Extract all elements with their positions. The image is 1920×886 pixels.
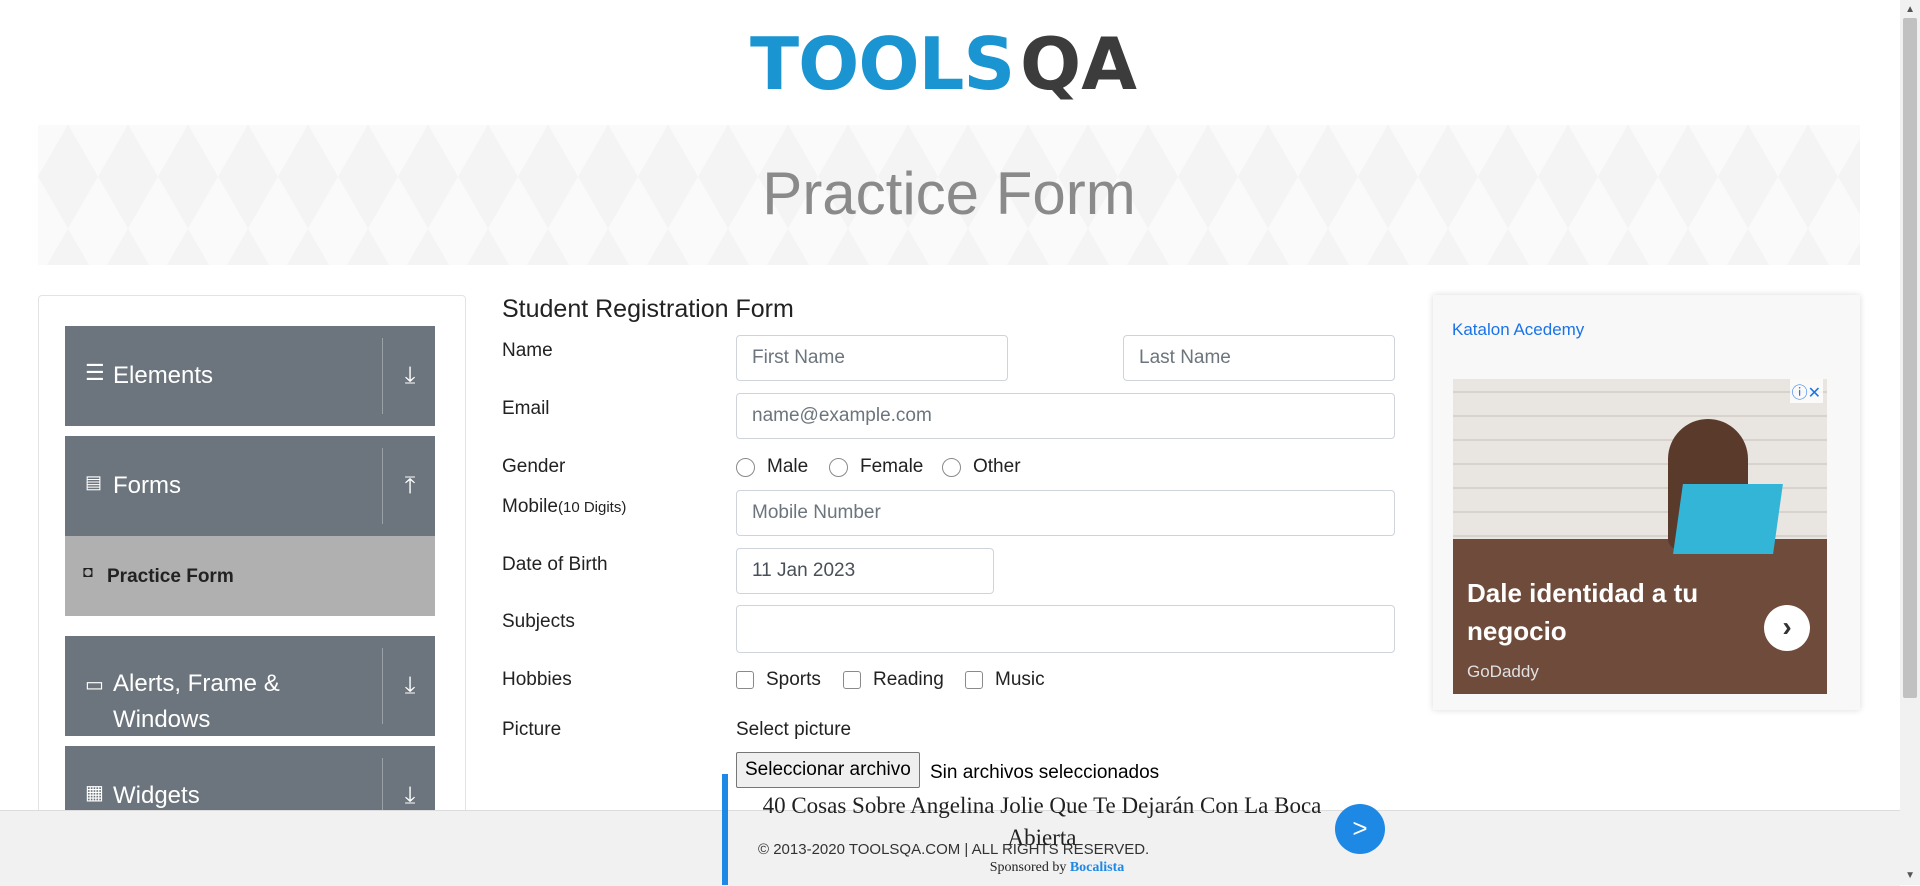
picture-label: Picture bbox=[502, 719, 562, 740]
katalon-ad-link[interactable]: Katalon Acedemy bbox=[1452, 320, 1584, 340]
scroll-thumb[interactable] bbox=[1903, 18, 1917, 698]
hobby-checkbox-reading[interactable]: Reading bbox=[843, 669, 944, 691]
checkbox-label: Music bbox=[995, 669, 1045, 690]
html5-icon: ◘ bbox=[83, 564, 93, 581]
logo-word: TOOLS bbox=[750, 22, 1015, 106]
subjects-label: Subjects bbox=[502, 611, 575, 632]
toolsqa-logo[interactable]: TOOLS QA bbox=[750, 18, 1160, 114]
name-label: Name bbox=[502, 340, 553, 361]
select-picture-label: Select picture bbox=[736, 719, 852, 740]
divider bbox=[382, 648, 383, 724]
hamburger-icon: ☰ bbox=[85, 360, 105, 385]
sidebar-group-label: Forms bbox=[113, 472, 181, 499]
radio-button[interactable] bbox=[942, 457, 961, 477]
sidebar-item-practice-form[interactable]: ◘ Practice Form bbox=[65, 536, 435, 616]
sponsored-by-text: Sponsored by bbox=[989, 860, 1067, 875]
last-name-input[interactable] bbox=[1123, 335, 1395, 381]
first-name-input[interactable] bbox=[736, 335, 1008, 381]
gender-radio-male[interactable]: Male bbox=[736, 456, 808, 478]
sidebar-group-label: Elements bbox=[113, 362, 214, 389]
sidebar-group-label: Alerts, Frame & Windows bbox=[113, 670, 280, 733]
mobile-label-text: Mobile bbox=[502, 496, 558, 517]
document-icon: ▤ bbox=[85, 472, 103, 492]
sponsor-line: Sponsored by Bocalista bbox=[722, 860, 1392, 876]
gender-label: Gender bbox=[502, 456, 566, 477]
chevron-right-icon[interactable]: › bbox=[1764, 605, 1810, 651]
sidebar-group-forms[interactable]: ▤ Forms ⤒ bbox=[65, 436, 435, 536]
divider bbox=[382, 338, 383, 414]
subjects-input[interactable] bbox=[736, 605, 1395, 653]
checkbox[interactable] bbox=[965, 671, 983, 689]
mobile-label: Mobile(10 Digits) bbox=[502, 496, 626, 518]
radio-button[interactable] bbox=[829, 457, 848, 477]
gender-radio-other[interactable]: Other bbox=[942, 456, 1021, 478]
floating-ad-title[interactable]: 40 Cosas Sobre Angelina Jolie Que Te Dej… bbox=[752, 790, 1332, 854]
hobbies-label: Hobbies bbox=[502, 669, 572, 690]
radio-label: Female bbox=[860, 456, 924, 477]
dob-input[interactable] bbox=[736, 548, 994, 594]
download-arrow-icon: ⤓ bbox=[404, 672, 416, 699]
scrollbar[interactable]: ▲ ▼ bbox=[1900, 0, 1920, 885]
checkbox-label: Reading bbox=[873, 669, 944, 690]
ad-panel: Katalon Acedemy ⓘ✕ Dale identidad a tu n… bbox=[1433, 295, 1860, 710]
checkbox-label: Sports bbox=[766, 669, 821, 690]
dob-label: Date of Birth bbox=[502, 554, 608, 575]
page-title: Practice Form bbox=[762, 160, 1136, 227]
sidebar-group-label: Widgets bbox=[113, 782, 200, 809]
mobile-input[interactable] bbox=[736, 490, 1395, 536]
page-banner: Practice Form bbox=[38, 125, 1860, 265]
godaddy-ad[interactable]: ⓘ✕ Dale identidad a tu negocio GoDaddy › bbox=[1453, 379, 1827, 694]
floating-ad[interactable]: 40 Cosas Sobre Angelina Jolie Que Te Dej… bbox=[722, 774, 1392, 885]
logo-qa: QA bbox=[1020, 22, 1137, 106]
window-icon: ▭ bbox=[85, 674, 104, 696]
scroll-up-icon[interactable]: ▲ bbox=[1905, 4, 1915, 15]
divider bbox=[382, 448, 383, 524]
checkbox[interactable] bbox=[736, 671, 754, 689]
download-arrow-icon: ⤓ bbox=[404, 362, 416, 389]
email-label: Email bbox=[502, 398, 550, 419]
gender-radio-female[interactable]: Female bbox=[829, 456, 923, 478]
download-arrow-icon: ⤓ bbox=[404, 782, 416, 809]
upload-arrow-icon: ⤒ bbox=[404, 472, 416, 499]
radio-label: Other bbox=[973, 456, 1021, 477]
scroll-down-icon[interactable]: ▼ bbox=[1905, 870, 1915, 881]
ad-headline: Dale identidad a tu negocio bbox=[1467, 578, 1699, 646]
go-arrow-button[interactable]: > bbox=[1335, 804, 1385, 854]
ad-brand: GoDaddy bbox=[1467, 662, 1539, 681]
mobile-hint: (10 Digits) bbox=[557, 499, 627, 516]
email-input[interactable] bbox=[736, 393, 1395, 439]
sidebar-group-alerts[interactable]: ▭ Alerts, Frame & Windows ⤓ bbox=[65, 636, 435, 736]
hobby-checkbox-sports[interactable]: Sports bbox=[736, 669, 821, 691]
sponsor-name[interactable]: Bocalista bbox=[1070, 860, 1124, 875]
sidebar-group-elements[interactable]: ☰ Elements ⤓ bbox=[65, 326, 435, 426]
sidebar-item-label: Practice Form bbox=[107, 566, 234, 587]
ad-laptop bbox=[1673, 484, 1783, 554]
radio-label: Male bbox=[767, 456, 809, 477]
form-title: Student Registration Form bbox=[502, 295, 794, 323]
ad-info-close-icon[interactable]: ⓘ✕ bbox=[1789, 379, 1823, 403]
radio-button[interactable] bbox=[736, 457, 755, 477]
hobby-checkbox-music[interactable]: Music bbox=[965, 669, 1045, 691]
sidebar: ☰ Elements ⤓ ▤ Forms ⤒ ◘ Practice Form ▭… bbox=[38, 295, 466, 857]
widgets-icon: ▦ bbox=[85, 782, 104, 804]
checkbox[interactable] bbox=[843, 671, 861, 689]
